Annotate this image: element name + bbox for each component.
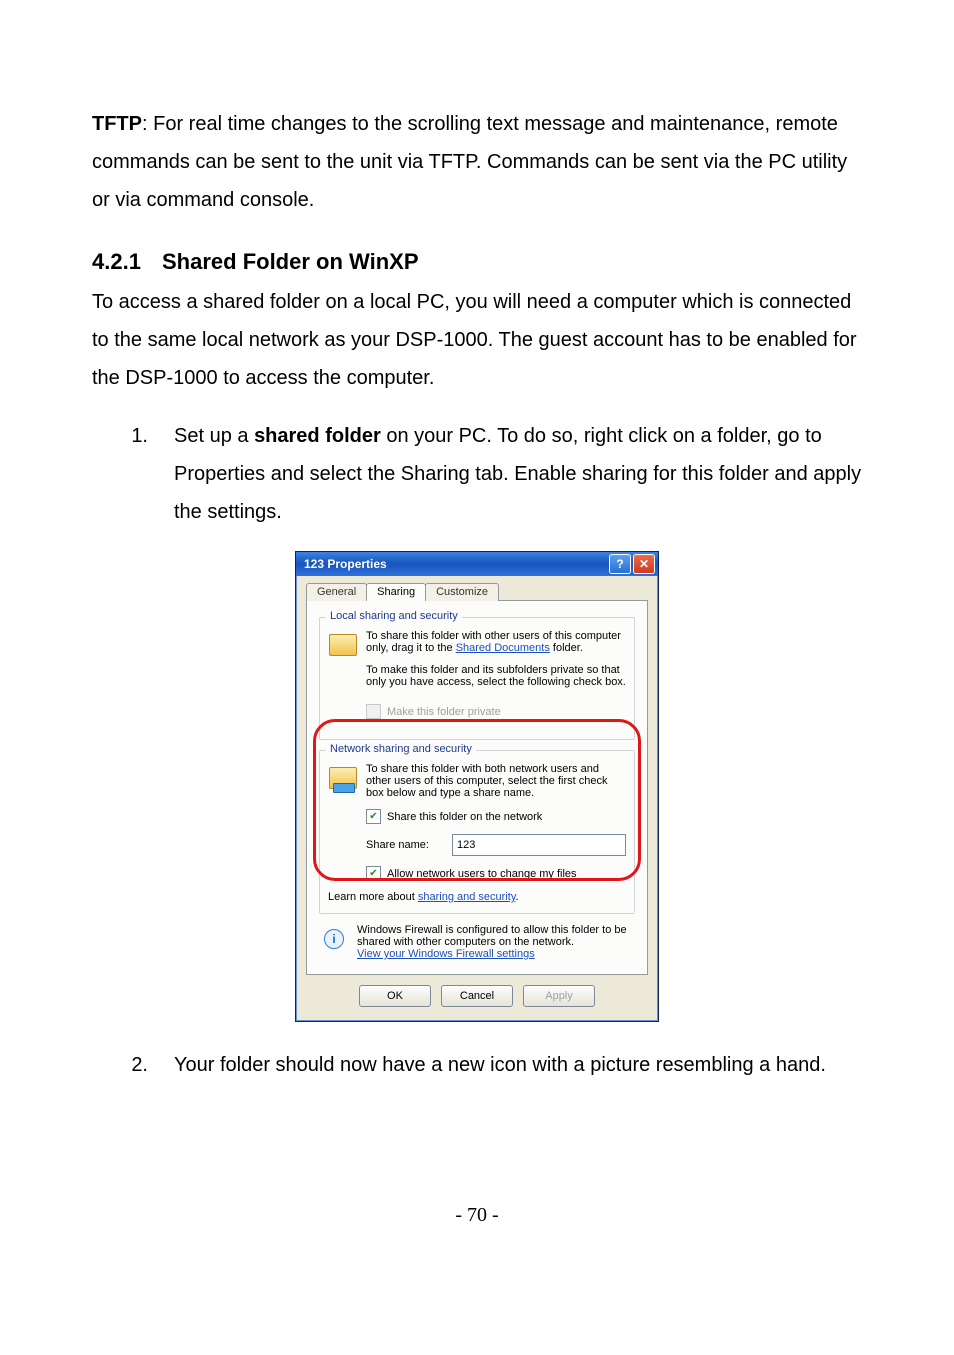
group-network-legend: Network sharing and security bbox=[326, 743, 476, 755]
tab-general[interactable]: General bbox=[306, 583, 367, 601]
share-name-label: Share name: bbox=[366, 839, 444, 851]
section-intro: To access a shared folder on a local PC,… bbox=[92, 283, 862, 397]
close-button[interactable]: ✕ bbox=[633, 554, 655, 574]
make-private-checkbox bbox=[366, 704, 381, 719]
shared-documents-link[interactable]: Shared Documents bbox=[456, 642, 550, 654]
local-share-text-1: To share this folder with other users of… bbox=[366, 630, 626, 654]
share-network-checkbox[interactable]: ✔ bbox=[366, 809, 381, 824]
step-2-number: 2. bbox=[92, 1046, 174, 1084]
allow-change-checkbox[interactable]: ✔ bbox=[366, 866, 381, 881]
share-network-label: Share this folder on the network bbox=[387, 811, 542, 823]
allow-change-label: Allow network users to change my files bbox=[387, 868, 577, 880]
section-heading: 4.2.1Shared Folder on WinXP bbox=[92, 249, 862, 275]
tab-customize[interactable]: Customize bbox=[425, 583, 499, 601]
share-name-input[interactable] bbox=[452, 834, 626, 856]
cancel-button[interactable]: Cancel bbox=[441, 985, 513, 1007]
section-number: 4.2.1 bbox=[92, 249, 162, 275]
step-1-number: 1. bbox=[92, 417, 174, 531]
step-2: 2. Your folder should now have a new ico… bbox=[92, 1046, 862, 1084]
info-icon: i bbox=[319, 924, 349, 954]
firewall-settings-link[interactable]: View your Windows Firewall settings bbox=[357, 948, 535, 960]
group-network-sharing: Network sharing and security To share th… bbox=[319, 750, 635, 914]
dialog-title: 123 Properties bbox=[304, 557, 387, 571]
network-folder-icon bbox=[328, 763, 358, 793]
tab-pane: Local sharing and security To share this… bbox=[306, 600, 648, 975]
section-title: Shared Folder on WinXP bbox=[162, 249, 419, 274]
sharing-security-link[interactable]: sharing and security bbox=[418, 891, 516, 903]
tftp-paragraph: TFTP: For real time changes to the scrol… bbox=[92, 105, 862, 219]
page-number: - 70 - bbox=[92, 1204, 862, 1227]
folder-icon bbox=[328, 630, 358, 660]
group-local-legend: Local sharing and security bbox=[326, 610, 462, 622]
learn-more-text: Learn more about sharing and security. bbox=[328, 891, 626, 903]
tab-sharing[interactable]: Sharing bbox=[366, 583, 426, 601]
group-local-sharing: Local sharing and security To share this… bbox=[319, 617, 635, 740]
firewall-row: i Windows Firewall is configured to allo… bbox=[319, 924, 635, 960]
apply-button: Apply bbox=[523, 985, 595, 1007]
dialog-titlebar[interactable]: 123 Properties ? ✕ bbox=[296, 552, 658, 576]
step-1-bold: shared folder bbox=[254, 425, 381, 447]
properties-dialog: 123 Properties ? ✕ General Sharing Custo… bbox=[295, 551, 659, 1022]
step-1: 1. Set up a shared folder on your PC. To… bbox=[92, 417, 862, 531]
step-1-text-a: Set up a bbox=[174, 425, 254, 447]
ok-button[interactable]: OK bbox=[359, 985, 431, 1007]
firewall-text: Windows Firewall is configured to allow … bbox=[357, 924, 627, 948]
local-share-text-2: To make this folder and its subfolders p… bbox=[366, 664, 626, 688]
make-private-label: Make this folder private bbox=[387, 706, 501, 718]
network-share-text: To share this folder with both network u… bbox=[366, 763, 626, 799]
step-2-text: Your folder should now have a new icon w… bbox=[174, 1046, 862, 1084]
tftp-label: TFTP bbox=[92, 113, 142, 135]
tftp-text: : For real time changes to the scrolling… bbox=[92, 113, 847, 211]
help-button[interactable]: ? bbox=[609, 554, 631, 574]
